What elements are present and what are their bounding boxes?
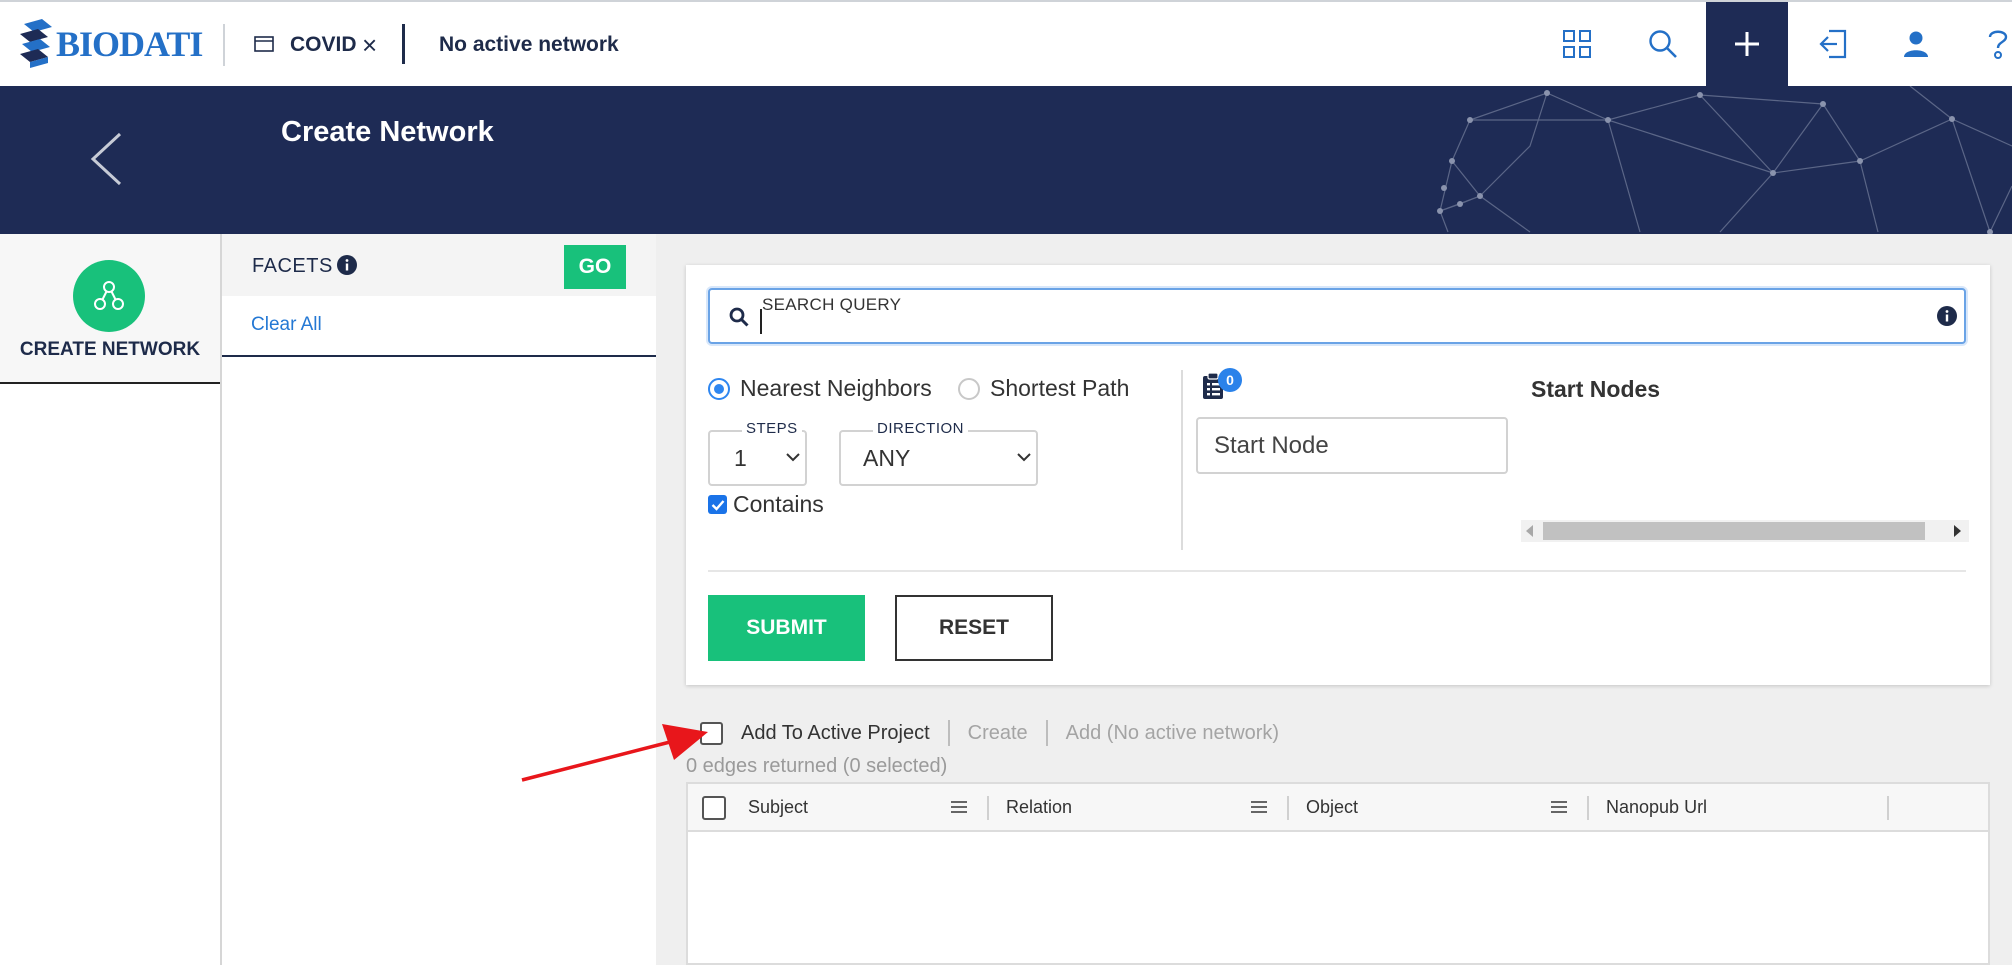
login-icon [1819, 29, 1847, 59]
add-network-link[interactable]: Add (No active network) [1066, 722, 1279, 745]
radio-button-selected [708, 377, 730, 400]
column-separator[interactable] [987, 796, 989, 820]
radio-nearest-neighbors[interactable]: Nearest Neighbors [708, 375, 932, 402]
divider [222, 355, 656, 357]
search-icon [729, 307, 749, 327]
go-button[interactable]: GO [564, 245, 626, 289]
radio-label: Shortest Path [990, 375, 1130, 401]
steps-value: 1 [734, 445, 747, 471]
column-header-subject[interactable]: Subject [748, 784, 808, 830]
network-pattern-decoration [1437, 86, 2012, 234]
help-icon [1988, 30, 2008, 59]
search-icon [1649, 30, 1677, 58]
start-nodes-title: Start Nodes [1531, 376, 1661, 402]
search-button[interactable] [1622, 2, 1704, 86]
column-separator[interactable] [1587, 796, 1589, 820]
facets-title: FACETS [252, 255, 333, 277]
direction-select[interactable]: DIRECTION ANY [839, 420, 1038, 486]
radio-button [958, 377, 980, 400]
chevron-down-icon [786, 453, 800, 462]
table-header: Subject Relation Object Nanopub Url [688, 784, 1988, 832]
network-nodes-icon [94, 281, 124, 310]
radio-shortest-path[interactable]: Shortest Path [958, 375, 1129, 402]
divider [402, 24, 405, 64]
column-separator[interactable] [1887, 796, 1889, 820]
column-separator[interactable] [1287, 796, 1289, 820]
steps-select[interactable]: STEPS 1 [708, 420, 807, 486]
checkbox-checked [708, 495, 727, 514]
logo-text: BIODATI [56, 24, 203, 64]
page-banner: Create Network [0, 86, 2012, 234]
column-menu-icon[interactable] [951, 801, 967, 813]
page-title: Create Network [281, 116, 494, 148]
clear-all-link[interactable]: Clear All [251, 314, 322, 336]
biodati-logo-icon [20, 19, 52, 68]
steps-label: STEPS [742, 420, 802, 437]
user-button[interactable] [1875, 2, 1957, 86]
divider [1045, 720, 1048, 746]
network-status: No active network [439, 33, 619, 56]
start-node-input[interactable] [1196, 417, 1508, 474]
results-actions: Add To Active Project Create Add (No act… [700, 718, 1279, 748]
results-table: Subject Relation Object Nanopub Url [686, 782, 1990, 965]
submit-button[interactable]: SUBMIT [708, 595, 865, 661]
scroll-right-arrow-icon[interactable] [1954, 525, 1961, 537]
red-annotation-arrow [521, 724, 708, 782]
search-query-box: SEARCH QUERY [708, 288, 1966, 344]
scroll-left-arrow-icon[interactable] [1526, 525, 1533, 537]
direction-value: ANY [863, 445, 911, 471]
search-query-input[interactable] [760, 312, 1920, 340]
column-header-nanopub-url[interactable]: Nanopub Url [1606, 784, 1707, 830]
checkmark-icon [711, 499, 724, 511]
main-content: SEARCH QUERY Nearest Neighbors Shortest … [656, 234, 2012, 965]
select-all-checkbox[interactable] [702, 796, 726, 820]
chevron-down-icon [1017, 453, 1031, 462]
top-bar: BIODATI COVID × No active network [0, 0, 2012, 86]
column-menu-icon[interactable] [1551, 801, 1567, 813]
create-link[interactable]: Create [968, 722, 1028, 745]
biodati-logo[interactable]: BIODATI [18, 18, 203, 70]
add-to-active-project-label: Add To Active Project [741, 721, 930, 744]
start-node-count-badge: 0 [1218, 368, 1242, 392]
scrollbar-thumb[interactable] [1543, 522, 1925, 540]
facets-header: FACETS GO [222, 234, 656, 296]
project-card-icon [254, 36, 274, 52]
user-icon [1904, 31, 1928, 57]
contains-checkbox[interactable]: Contains [708, 491, 824, 518]
divider [947, 720, 950, 746]
divider [1181, 370, 1183, 550]
direction-label: DIRECTION [873, 420, 968, 437]
horizontal-scrollbar[interactable] [1521, 520, 1969, 542]
query-card: SEARCH QUERY Nearest Neighbors Shortest … [686, 265, 1990, 685]
close-project-icon[interactable]: × [362, 30, 377, 61]
active-project-name[interactable]: COVID [290, 33, 357, 57]
chevron-left-icon [90, 132, 122, 186]
create-button[interactable] [1706, 2, 1788, 86]
column-header-object[interactable]: Object [1306, 784, 1358, 830]
column-menu-icon[interactable] [1251, 801, 1267, 813]
left-nav: CREATE NETWORK [0, 234, 222, 965]
facets-panel: FACETS GO Clear All [222, 234, 656, 965]
apps-button[interactable] [1536, 2, 1618, 86]
nav-item-label: CREATE NETWORK [19, 339, 201, 360]
apps-grid-icon [1563, 30, 1591, 58]
help-button[interactable] [1956, 2, 2012, 86]
divider [708, 570, 1966, 572]
plus-icon [1735, 32, 1759, 56]
radio-label: Nearest Neighbors [740, 375, 932, 401]
divider [223, 24, 225, 66]
info-icon[interactable] [1937, 306, 1957, 326]
back-button[interactable] [88, 132, 124, 186]
contains-label: Contains [733, 491, 824, 517]
info-icon[interactable] [337, 255, 357, 275]
nav-circle [73, 260, 145, 332]
edges-count: 0 edges returned (0 selected) [686, 755, 948, 777]
reset-button[interactable]: RESET [895, 595, 1053, 661]
nav-item-create-network[interactable]: CREATE NETWORK [0, 234, 220, 384]
login-button[interactable] [1792, 2, 1874, 86]
column-header-relation[interactable]: Relation [1006, 784, 1072, 830]
